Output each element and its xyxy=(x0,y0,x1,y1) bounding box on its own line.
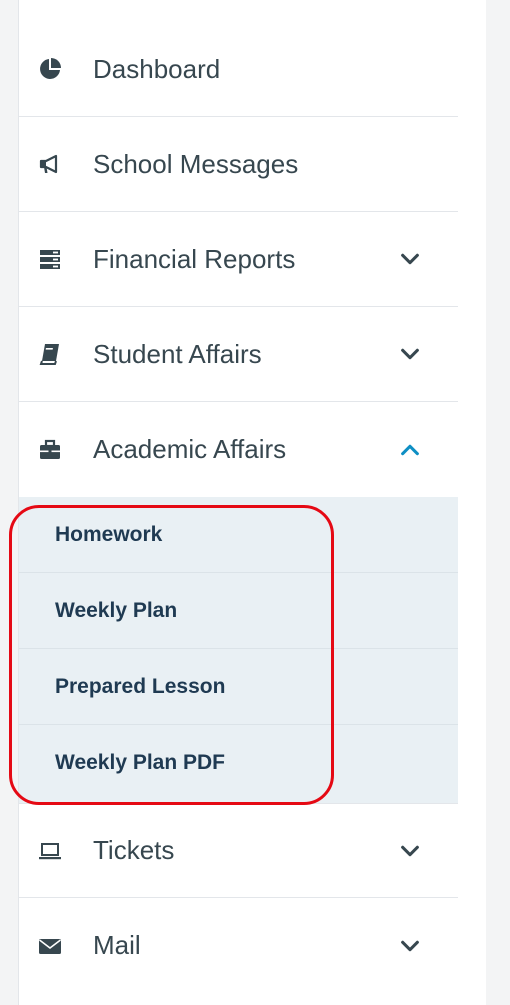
briefcase-icon xyxy=(37,437,63,463)
sidebar-item-student-affairs[interactable]: Student Affairs xyxy=(19,307,459,402)
sidebar-item-mail[interactable]: Mail xyxy=(19,898,459,993)
sidebar-item-label: School Messages xyxy=(93,148,299,179)
sidebar-item-label: Dashboard xyxy=(93,53,221,84)
sidebar-item-label: Financial Reports xyxy=(93,243,296,274)
sidebar-item-label: Mail xyxy=(93,930,141,960)
academic-affairs-submenu: Homework Weekly Plan Prepared Lesson Wee… xyxy=(19,497,459,803)
laptop-icon xyxy=(37,838,63,864)
submenu-item-prepared-lesson[interactable]: Prepared Lesson xyxy=(19,649,459,725)
chevron-up-icon[interactable] xyxy=(397,437,423,463)
sidebar-item-financial-reports[interactable]: Financial Reports xyxy=(19,212,459,307)
book-icon xyxy=(37,341,63,367)
submenu-item-label: Prepared Lesson xyxy=(55,674,226,698)
sidebar-item-school-messages[interactable]: School Messages xyxy=(19,117,459,212)
megaphone-icon xyxy=(37,151,63,177)
sidebar-item-dashboard[interactable]: Dashboard xyxy=(19,22,459,117)
envelope-icon xyxy=(37,933,63,959)
sidebar-item-academic-affairs[interactable]: Academic Affairs xyxy=(19,402,459,497)
submenu-item-weekly-plan-pdf[interactable]: Weekly Plan PDF xyxy=(19,725,459,801)
chevron-down-icon[interactable] xyxy=(397,838,423,864)
chevron-down-icon[interactable] xyxy=(397,933,423,959)
submenu-item-label: Homework xyxy=(55,522,163,546)
pie-chart-icon xyxy=(37,56,63,82)
submenu-item-label: Weekly Plan xyxy=(55,598,178,622)
content-edge xyxy=(458,0,486,1005)
chevron-down-icon[interactable] xyxy=(397,246,423,272)
sidebar: Dashboard School Messages Financial Repo… xyxy=(18,0,459,1005)
submenu-item-weekly-plan[interactable]: Weekly Plan xyxy=(19,573,459,649)
sidebar-item-label: Tickets xyxy=(93,835,175,865)
sidebar-item-label: Student Affairs xyxy=(93,338,262,369)
sidebar-item-label: Academic Affairs xyxy=(93,434,287,464)
submenu-item-label: Weekly Plan PDF xyxy=(55,751,226,774)
sidebar-item-tickets[interactable]: Tickets xyxy=(19,803,459,898)
submenu-item-homework[interactable]: Homework xyxy=(19,497,459,573)
server-icon xyxy=(37,246,63,272)
chevron-down-icon[interactable] xyxy=(397,341,423,367)
